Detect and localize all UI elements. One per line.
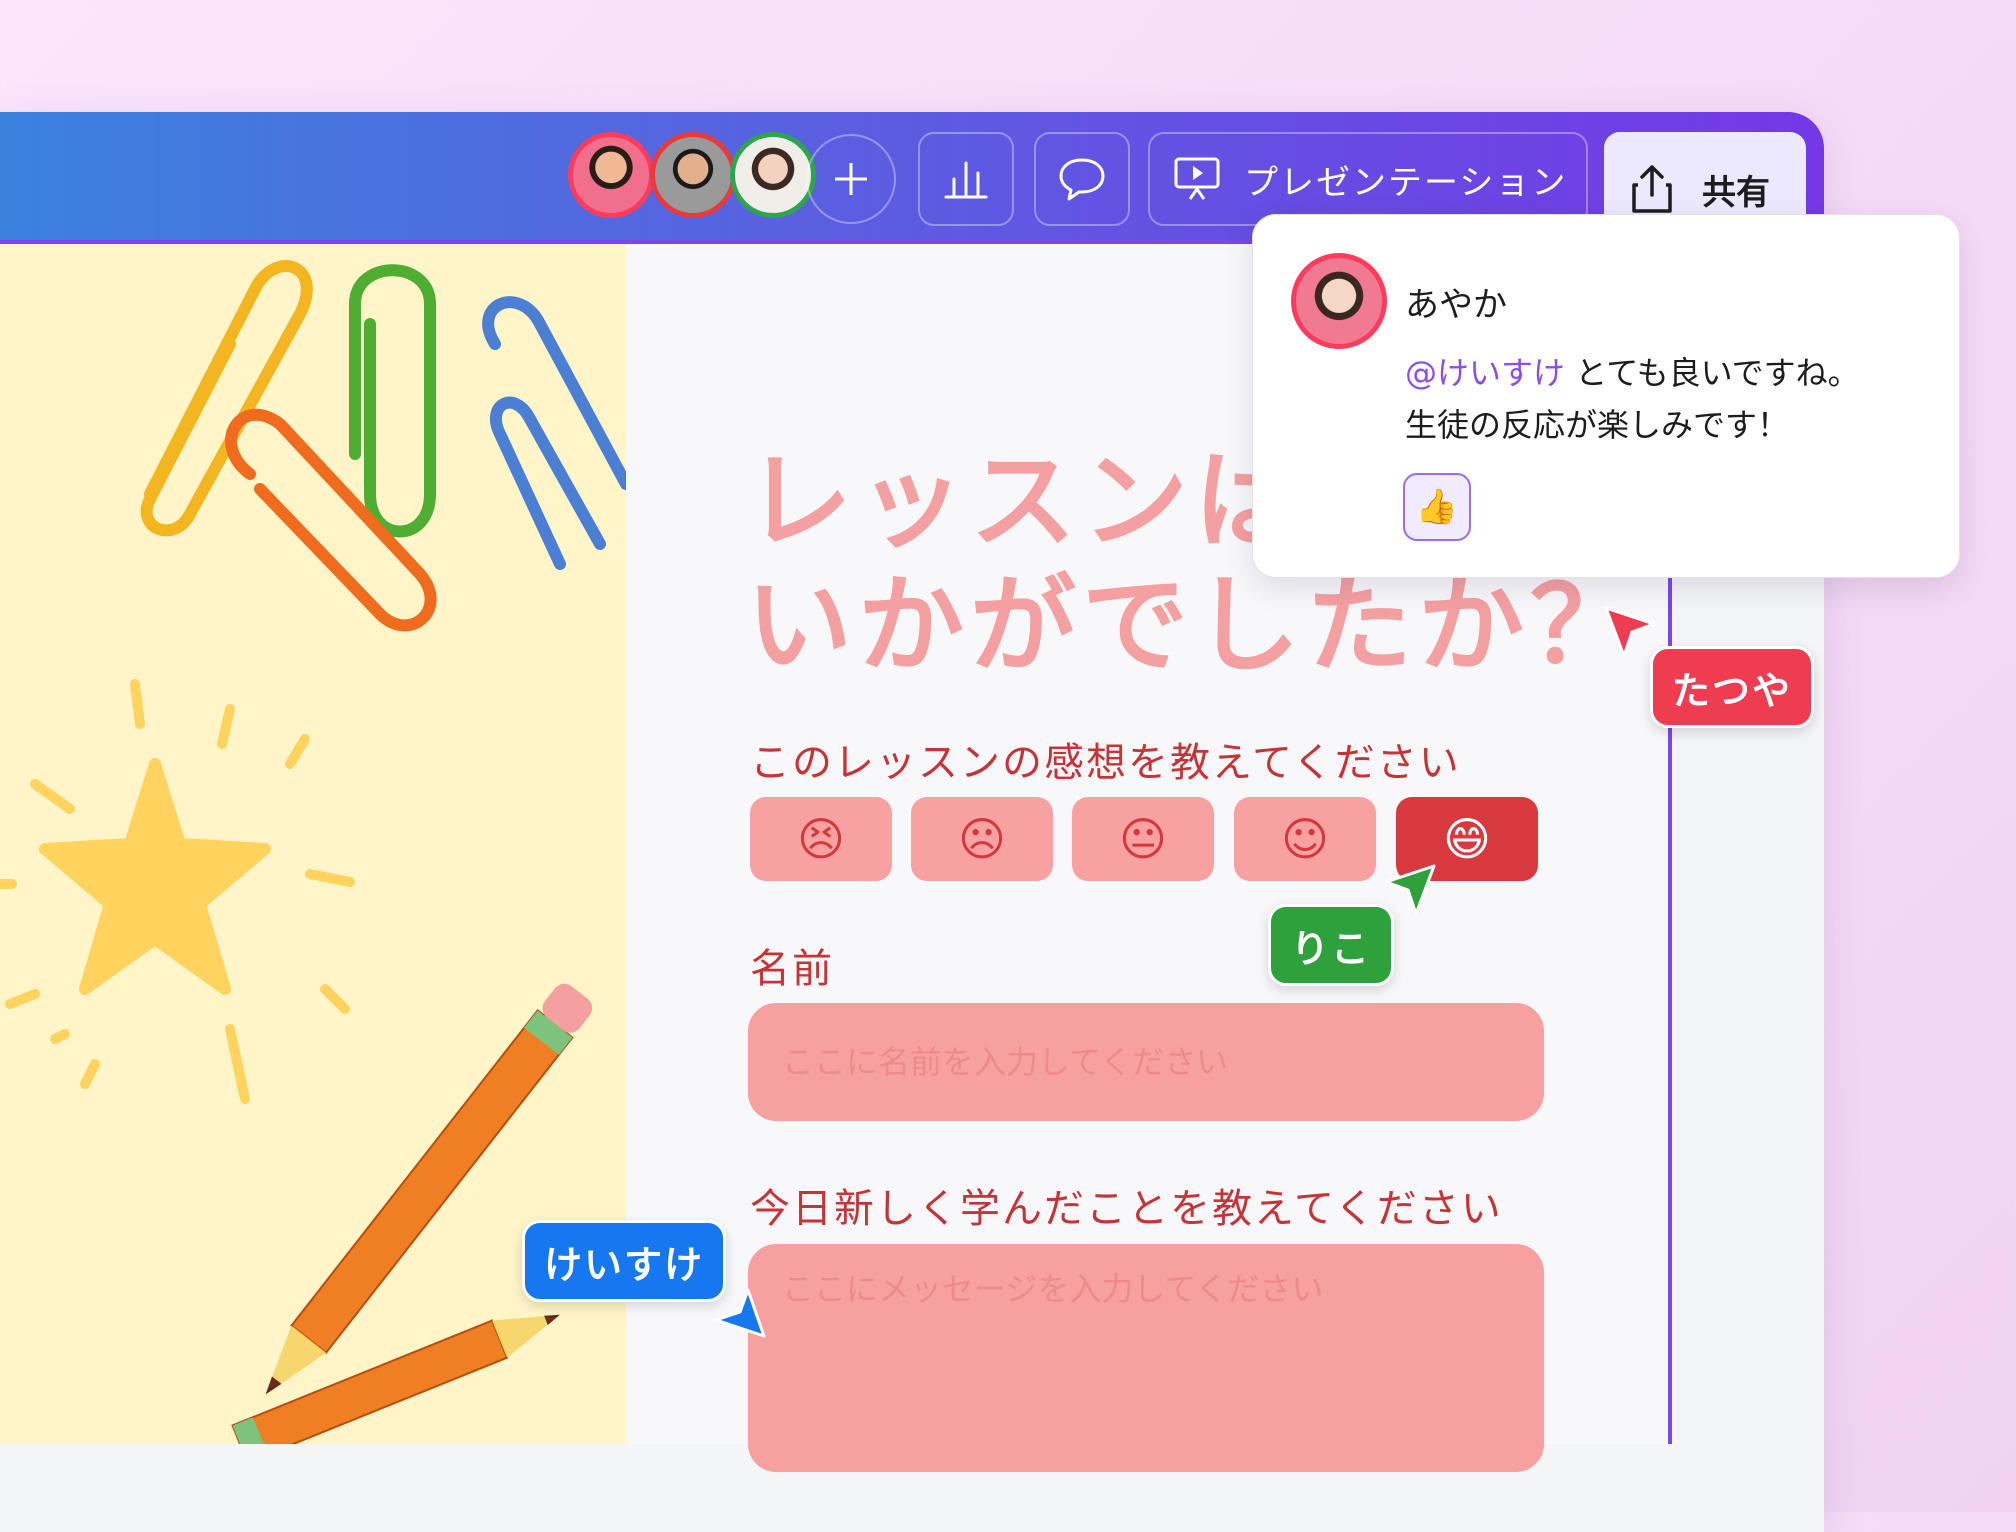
rating-option-2[interactable]: ☹ bbox=[911, 797, 1053, 881]
add-collaborator-button[interactable] bbox=[806, 134, 896, 224]
share-label: 共有 bbox=[1702, 172, 1770, 213]
comments-button[interactable] bbox=[1034, 132, 1130, 226]
present-button[interactable]: プレゼンテーション bbox=[1148, 132, 1588, 226]
comment-text-line-2: 生徒の反応が楽しみです！ bbox=[1405, 406, 1790, 444]
pencil-icon bbox=[265, 983, 593, 1395]
collaborator-avatar-2[interactable] bbox=[650, 132, 736, 218]
paperclip-green-icon bbox=[349, 264, 436, 538]
comment-author-avatar bbox=[1291, 253, 1387, 349]
star-icon bbox=[39, 758, 271, 995]
rating-question-label: このレッスンの感想を教えてください bbox=[750, 740, 1461, 786]
rating-option-3[interactable]: 😐 bbox=[1072, 797, 1214, 881]
paperclip-blue-icon bbox=[482, 296, 626, 570]
collaborator-avatar-1[interactable] bbox=[568, 132, 654, 218]
slide-title-line-2: いかがでしたか？ bbox=[746, 564, 1642, 687]
unhappy-face-icon: ☹ bbox=[958, 812, 1006, 866]
presentation-icon bbox=[1174, 157, 1220, 200]
comment-author-name: あやか bbox=[1405, 285, 1507, 325]
speech-bubble-icon bbox=[1059, 158, 1105, 201]
comment-text: @けいすけ とても良いですね。 生徒の反応が楽しみです！ bbox=[1405, 347, 1860, 451]
name-label: 名前 bbox=[750, 946, 834, 992]
message-textarea[interactable]: ここにメッセージを入力してください bbox=[748, 1244, 1544, 1472]
thumbs-up-reaction[interactable]: 👍 bbox=[1403, 473, 1471, 541]
cursor-label-keisuke: けいすけ bbox=[522, 1220, 726, 1302]
rating-option-1[interactable]: 😣 bbox=[750, 797, 892, 881]
name-input[interactable]: ここに名前を入力してください bbox=[748, 1003, 1544, 1121]
paperclip-yellow-icon bbox=[140, 260, 313, 537]
smiling-face-icon: ☺ bbox=[1281, 812, 1329, 866]
plus-icon bbox=[835, 163, 867, 195]
comment-text-line-1: とても良いですね。 bbox=[1565, 354, 1860, 392]
comment-popup: あやか @けいすけ とても良いですね。 生徒の反応が楽しみです！ 👍 bbox=[1252, 214, 1960, 578]
cursor-label-tatsuya: たつや bbox=[1650, 646, 1814, 728]
comment-mention[interactable]: @けいすけ bbox=[1405, 354, 1565, 392]
collaborator-avatar-3[interactable] bbox=[730, 132, 816, 218]
grinning-face-icon: 😄 bbox=[1443, 812, 1491, 866]
share-icon bbox=[1632, 165, 1672, 213]
cursor-label-riko: りこ bbox=[1268, 904, 1394, 986]
very-unhappy-face-icon: 😣 bbox=[797, 812, 845, 866]
rating-option-4[interactable]: ☺ bbox=[1234, 797, 1376, 881]
neutral-face-icon: 😐 bbox=[1119, 812, 1167, 866]
present-label: プレゼンテーション bbox=[1244, 162, 1568, 203]
paperclip-orange-icon bbox=[225, 408, 437, 632]
insights-button[interactable] bbox=[918, 132, 1014, 226]
bar-chart-icon bbox=[944, 161, 988, 199]
learned-label: 今日新しく学んだことを教えてください bbox=[750, 1186, 1503, 1232]
